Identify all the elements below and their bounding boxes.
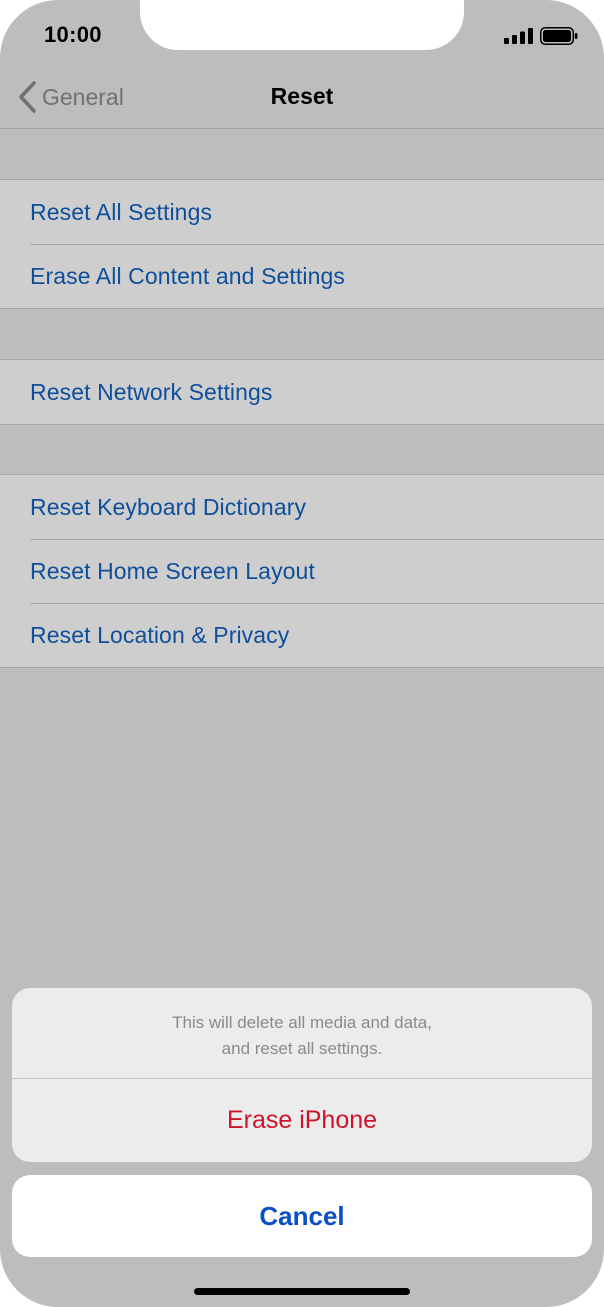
status-time: 10:00 [44,22,102,47]
reset-home-screen-layout-row[interactable]: Reset Home Screen Layout [0,539,604,603]
row-label: Reset Keyboard Dictionary [30,493,307,520]
notch [140,0,464,50]
row-label: Erase All Content and Settings [30,262,345,289]
settings-group-erase: Reset All Settings Erase All Content and… [0,179,604,309]
battery-icon [540,27,578,45]
erase-iphone-button[interactable]: Erase iPhone [12,1079,592,1162]
home-indicator[interactable] [194,1288,410,1295]
message-line-1: This will delete all media and data, [172,1013,432,1032]
action-sheet: This will delete all media and data, and… [12,988,592,1162]
status-bar: 10:00 [0,0,604,60]
message-line-2: and reset all settings. [221,1039,383,1058]
page-title: Reset [270,83,334,109]
action-sheet-message: This will delete all media and data, and… [12,1010,592,1062]
reset-keyboard-dictionary-row[interactable]: Reset Keyboard Dictionary [0,475,604,539]
reset-location-privacy-row[interactable]: Reset Location & Privacy [0,603,604,667]
row-label: Reset All Settings [30,198,213,225]
navigation-bar: General Reset [0,66,604,128]
settings-group-misc: Reset Keyboard Dictionary Reset Home Scr… [0,474,604,668]
reset-all-settings-row[interactable]: Reset All Settings [0,180,604,244]
cancel-button[interactable]: Cancel [12,1175,592,1257]
row-label: Reset Location & Privacy [30,621,290,648]
settings-group-network: Reset Network Settings [0,359,604,425]
row-label: Reset Network Settings [30,378,273,405]
phone-screen: 10:00 General Reset Reset All Settings E… [0,0,604,1307]
nav-bar-divider [0,128,604,129]
erase-all-content-row[interactable]: Erase All Content and Settings [0,244,604,308]
cellular-signal-icon [504,28,533,44]
row-label: Reset Home Screen Layout [30,557,315,584]
reset-network-settings-row[interactable]: Reset Network Settings [0,360,604,424]
